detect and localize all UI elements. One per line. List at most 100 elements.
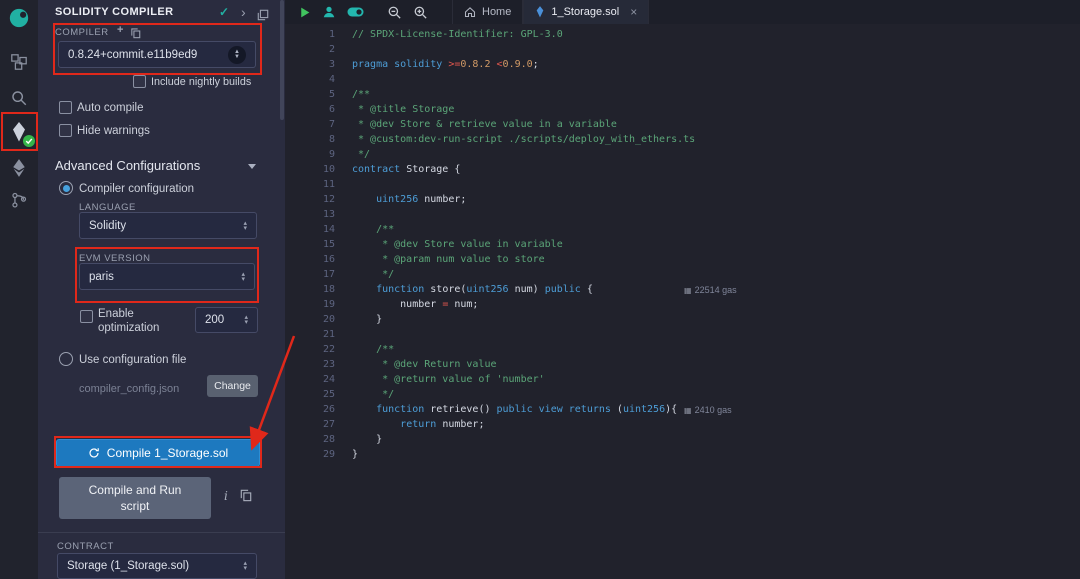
clone-script-icon[interactable] <box>240 489 252 507</box>
line-number[interactable]: 17 <box>285 267 335 282</box>
line-number[interactable]: 3 <box>285 57 335 72</box>
deploy-and-run-icon[interactable] <box>7 156 31 180</box>
auto-compile-checkbox[interactable] <box>59 101 72 114</box>
hide-warnings-checkbox[interactable] <box>59 124 72 137</box>
code-line[interactable]: 10contract Storage { <box>285 162 1080 177</box>
contract-select[interactable]: Storage (1_Storage.sol) ▴▾ <box>57 553 257 579</box>
code-line[interactable]: 26 function retrieve() public view retur… <box>285 402 1080 417</box>
code-line[interactable]: 29} <box>285 447 1080 462</box>
code-line[interactable]: 23 * @dev Return value <box>285 357 1080 372</box>
use-configuration-file-radio[interactable] <box>59 352 73 366</box>
code-line[interactable]: 6 * @title Storage <box>285 102 1080 117</box>
line-number[interactable]: 7 <box>285 117 335 132</box>
solidity-compiler-icon[interactable] <box>7 120 31 144</box>
assistant-icon[interactable] <box>322 5 336 19</box>
code-line[interactable]: 20 } <box>285 312 1080 327</box>
gas-icon: ▦ <box>684 406 692 415</box>
line-number[interactable]: 25 <box>285 387 335 402</box>
line-number[interactable]: 23 <box>285 357 335 372</box>
remix-logo-icon[interactable] <box>7 6 31 30</box>
language-select[interactable]: Solidity ▴▾ <box>79 212 257 239</box>
advanced-configurations-header[interactable]: Advanced Configurations <box>55 158 200 173</box>
code-line[interactable]: 9 */ <box>285 147 1080 162</box>
code-line[interactable]: 4 <box>285 72 1080 87</box>
code-line[interactable]: 14 /** <box>285 222 1080 237</box>
line-number[interactable]: 1 <box>285 27 335 42</box>
code-line[interactable]: 24 * @return value of 'number' <box>285 372 1080 387</box>
code-line[interactable]: 12 uint256 number; <box>285 192 1080 207</box>
code-line[interactable]: 8 * @custom:dev-run-script ./scripts/dep… <box>285 132 1080 147</box>
file-explorer-icon[interactable] <box>7 50 31 74</box>
code-line[interactable]: 11 <box>285 177 1080 192</box>
optimization-runs-input[interactable]: 200 ▴▾ <box>195 307 258 333</box>
code-line[interactable]: 19 number = num; <box>285 297 1080 312</box>
code-line[interactable]: 7 * @dev Store & retrieve value in a var… <box>285 117 1080 132</box>
zoom-out-icon[interactable] <box>387 5 402 20</box>
compiler-configuration-radio[interactable] <box>59 181 73 195</box>
code-line[interactable]: 5/** <box>285 87 1080 102</box>
nightly-builds-checkbox[interactable] <box>133 75 146 88</box>
tab-storage-sol[interactable]: 1_Storage.sol × <box>523 0 649 24</box>
code-line[interactable]: 18 function store(uint256 num) public {▦… <box>285 282 1080 297</box>
line-number[interactable]: 13 <box>285 207 335 222</box>
code-text: // SPDX-License-Identifier: GPL-3.0 <box>335 27 563 42</box>
line-number[interactable]: 11 <box>285 177 335 192</box>
line-number[interactable]: 24 <box>285 372 335 387</box>
line-number[interactable]: 8 <box>285 132 335 147</box>
code-line[interactable]: 28 } <box>285 432 1080 447</box>
line-number[interactable]: 18 <box>285 282 335 297</box>
evm-version-select[interactable]: paris ▴▾ <box>79 263 255 290</box>
tab-home[interactable]: Home <box>452 0 523 24</box>
code-line[interactable]: 2 <box>285 42 1080 57</box>
code-line[interactable]: 27 return number; <box>285 417 1080 432</box>
add-compiler-icon[interactable]: + <box>117 25 123 35</box>
line-number[interactable]: 2 <box>285 42 335 57</box>
close-tab-icon[interactable]: × <box>630 5 637 19</box>
compile-button[interactable]: Compile 1_Storage.sol <box>56 439 260 467</box>
code-line[interactable]: 22 /** <box>285 342 1080 357</box>
line-number[interactable]: 16 <box>285 252 335 267</box>
gas-icon: ▦ <box>684 286 692 295</box>
pin-panel-icon[interactable] <box>257 5 269 29</box>
change-config-button[interactable]: Change <box>207 375 258 397</box>
run-script-icon[interactable] <box>298 6 311 19</box>
search-icon[interactable] <box>7 86 31 110</box>
line-number[interactable]: 5 <box>285 87 335 102</box>
line-number[interactable]: 21 <box>285 327 335 342</box>
zoom-in-icon[interactable] <box>413 5 428 20</box>
line-number[interactable]: 6 <box>285 102 335 117</box>
line-number[interactable]: 28 <box>285 432 335 447</box>
code-line[interactable]: 3pragma solidity >=0.8.2 <0.9.0; <box>285 57 1080 72</box>
chevron-down-icon[interactable] <box>248 164 256 169</box>
line-number[interactable]: 19 <box>285 297 335 312</box>
code-text: function retrieve() public view returns … <box>335 402 677 417</box>
toggle-icon[interactable] <box>347 6 364 18</box>
line-number[interactable]: 29 <box>285 447 335 462</box>
code-line[interactable]: 16 * @param num value to store <box>285 252 1080 267</box>
compile-and-run-button[interactable]: Compile and Run script <box>59 477 211 519</box>
line-number[interactable]: 14 <box>285 222 335 237</box>
version-stepper-icon[interactable]: ▲▼ <box>228 46 246 64</box>
code-line[interactable]: 25 */ <box>285 387 1080 402</box>
line-number[interactable]: 9 <box>285 147 335 162</box>
line-number[interactable]: 4 <box>285 72 335 87</box>
compiler-version-select[interactable]: 0.8.24+commit.e11b9ed9 ▲▼ <box>58 41 256 68</box>
info-icon[interactable]: i <box>224 489 228 503</box>
code-line[interactable]: 1// SPDX-License-Identifier: GPL-3.0 <box>285 27 1080 42</box>
git-icon[interactable] <box>7 188 31 212</box>
line-number[interactable]: 15 <box>285 237 335 252</box>
code-line[interactable]: 13 <box>285 207 1080 222</box>
line-number[interactable]: 26 <box>285 402 335 417</box>
code-line[interactable]: 17 */ <box>285 267 1080 282</box>
line-number[interactable]: 10 <box>285 162 335 177</box>
code-line[interactable]: 21 <box>285 327 1080 342</box>
line-number[interactable]: 20 <box>285 312 335 327</box>
chevron-right-icon[interactable]: › <box>241 0 246 24</box>
line-number[interactable]: 22 <box>285 342 335 357</box>
line-number[interactable]: 27 <box>285 417 335 432</box>
enable-optimization-checkbox[interactable] <box>80 310 93 323</box>
line-number[interactable]: 12 <box>285 192 335 207</box>
code-line[interactable]: 15 * @dev Store value in variable <box>285 237 1080 252</box>
panel-scrollbar[interactable] <box>280 0 284 120</box>
code-editor[interactable]: 1// SPDX-License-Identifier: GPL-3.023pr… <box>285 24 1080 579</box>
